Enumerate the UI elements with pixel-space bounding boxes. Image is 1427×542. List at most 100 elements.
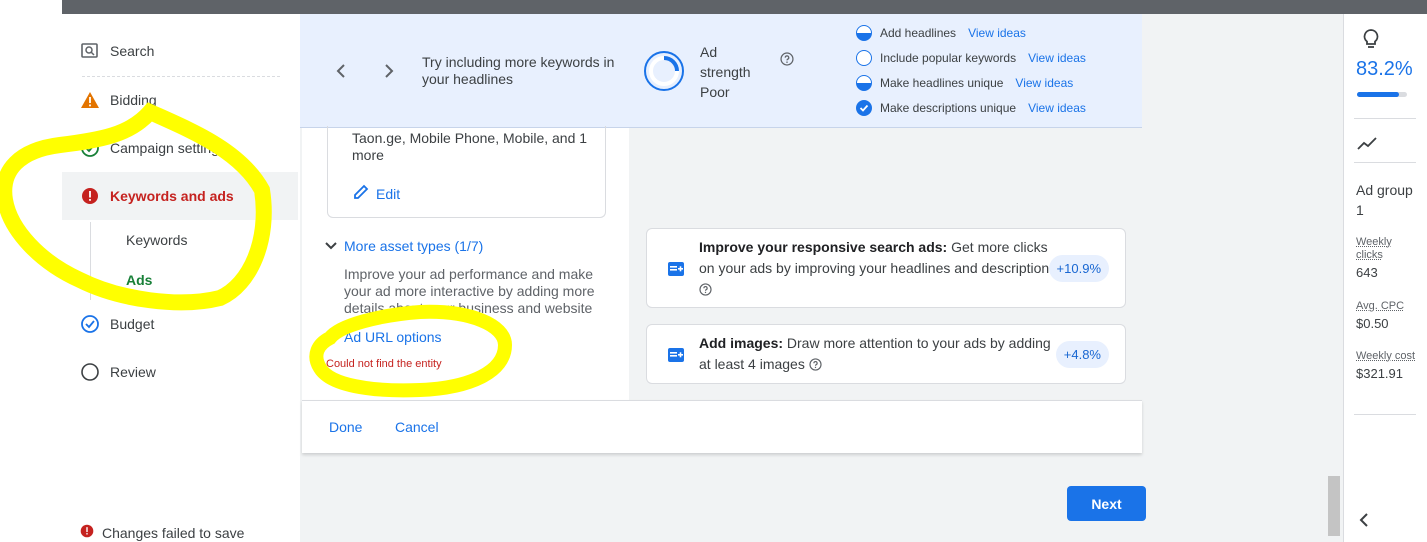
cancel-button[interactable]: Cancel xyxy=(395,419,439,435)
stat-weekly-clicks: Weekly clicks 643 xyxy=(1356,236,1418,280)
ad-editor-panel: Taon.ge, Mobile Phone, Mobile, and 1 mor… xyxy=(302,126,629,400)
ad-strength-gauge xyxy=(642,49,686,93)
lightbulb-icon[interactable] xyxy=(1360,28,1382,55)
recommendation-title: Add images: xyxy=(699,335,784,351)
editor-footer: Done Cancel xyxy=(302,400,1142,453)
ad-tip-text: Try including more keywords in your head… xyxy=(422,54,615,87)
sidebar-item-bidding[interactable]: Bidding xyxy=(62,76,298,124)
stat-value: 643 xyxy=(1356,265,1378,280)
check-circle-icon xyxy=(856,100,872,116)
ad-strength-value: Poor xyxy=(700,84,730,100)
sidebar-item-keywords-and-ads[interactable]: Keywords and ads xyxy=(62,172,298,220)
view-ideas-link[interactable]: View ideas xyxy=(968,26,1026,40)
help-icon[interactable] xyxy=(809,356,822,377)
sidebar-item-review[interactable]: Review xyxy=(62,348,298,396)
chevron-down-icon xyxy=(324,329,338,345)
checklist-label: Make headlines unique xyxy=(880,76,1004,90)
checklist-label: Add headlines xyxy=(880,26,957,40)
scrollbar[interactable] xyxy=(1328,476,1340,536)
save-status-text: Changes failed to save xyxy=(102,524,245,541)
divider xyxy=(1354,162,1416,163)
ad-url-options-label: Ad URL options xyxy=(344,329,442,345)
sidebar-item-label: Campaign settings xyxy=(110,140,226,156)
more-asset-types-label: More asset types (1/7) xyxy=(344,238,484,254)
sidebar-subitem-ads[interactable]: Ads xyxy=(126,272,152,288)
ad-url-options-toggle[interactable]: Ad URL options xyxy=(324,329,442,345)
empty-circle-icon xyxy=(80,362,100,382)
recommendation-card[interactable]: Add images: Draw more attention to your … xyxy=(646,324,1126,384)
error-icon xyxy=(80,524,94,541)
error-message: Could not find the entity xyxy=(326,358,442,370)
ad-strength-label: Ad strength xyxy=(700,44,751,80)
more-asset-types-description: Improve your ad performance and make you… xyxy=(344,266,595,316)
ad-group-title: Ad group 1 xyxy=(1356,182,1413,218)
recommendation-title: Improve your responsive search ads: xyxy=(699,239,948,255)
top-bar xyxy=(62,0,1427,14)
error-icon xyxy=(80,186,100,206)
sub-nav-line xyxy=(90,222,91,300)
sidebar-item-label: Search xyxy=(110,43,155,59)
pencil-icon xyxy=(352,183,370,204)
more-asset-types-toggle[interactable]: More asset types (1/7) xyxy=(324,238,483,254)
stat-avg-cpc: Avg. CPC $0.50 xyxy=(1356,300,1418,331)
stat-weekly-cost: Weekly cost $321.91 xyxy=(1356,350,1418,381)
help-icon[interactable] xyxy=(699,281,712,302)
sidebar-item-label: Budget xyxy=(110,316,155,332)
checklist-item-unique-headlines: Make headlines unique View ideas xyxy=(856,73,1073,93)
half-circle-icon xyxy=(856,25,872,41)
checklist-label: Make descriptions unique xyxy=(880,101,1017,115)
sidebar-item-budget[interactable]: Budget xyxy=(62,300,298,348)
trending-icon[interactable] xyxy=(1356,136,1378,157)
right-panel: 83.2% Ad group 1 Weekly clicks 643 Avg. … xyxy=(1343,14,1427,542)
ad-asset-icon xyxy=(667,260,685,278)
checklist-item-unique-descriptions: Make descriptions unique View ideas xyxy=(856,98,1086,118)
recommendation-text: Improve your responsive search ads: Get … xyxy=(699,237,1059,302)
stat-label: Weekly clicks xyxy=(1356,236,1392,261)
empty-circle-icon xyxy=(856,50,872,66)
chevron-down-icon xyxy=(324,238,338,254)
help-icon[interactable] xyxy=(780,52,794,71)
ad-asset-icon xyxy=(667,346,685,364)
view-ideas-link[interactable]: View ideas xyxy=(1015,76,1073,90)
search-campaign-icon xyxy=(80,41,100,61)
chevron-right-icon[interactable] xyxy=(382,62,396,85)
stat-label: Avg. CPC xyxy=(1356,300,1405,312)
optimization-score: 83.2% xyxy=(1356,58,1413,80)
warning-icon xyxy=(80,90,100,110)
sidebar-subitem-keywords[interactable]: Keywords xyxy=(126,232,187,248)
next-button[interactable]: Next xyxy=(1067,486,1146,521)
checklist-label: Include popular keywords xyxy=(880,51,1017,65)
recommendation-card[interactable]: Improve your responsive search ads: Get … xyxy=(646,228,1126,308)
optimization-score-fill xyxy=(1357,92,1399,97)
sidebar-item-campaign-settings[interactable]: Campaign settings xyxy=(62,124,298,172)
stat-value: $321.91 xyxy=(1356,366,1403,381)
ad-strength: Ad strength Poor xyxy=(700,42,762,102)
save-status: Changes failed to save xyxy=(80,524,244,541)
half-circle-icon xyxy=(856,75,872,91)
divider xyxy=(1354,414,1416,415)
stat-label: Weekly cost xyxy=(1356,350,1416,362)
checklist-item-add-headlines: Add headlines View ideas xyxy=(856,23,1026,43)
sidebar-item-label: Bidding xyxy=(110,92,157,108)
sidebar-item-label: Review xyxy=(110,364,156,380)
check-circle-icon xyxy=(80,314,100,334)
divider xyxy=(1354,118,1416,119)
stat-value: $0.50 xyxy=(1356,316,1389,331)
checklist-item-popular-keywords: Include popular keywords View ideas xyxy=(856,48,1086,68)
view-ideas-link[interactable]: View ideas xyxy=(1028,51,1086,65)
recommendation-text: Add images: Draw more attention to your … xyxy=(699,333,1059,377)
ad-strength-banner: Try including more keywords in your head… xyxy=(300,14,1142,128)
uplift-badge: +10.9% xyxy=(1048,255,1109,282)
done-button[interactable]: Done xyxy=(329,419,362,435)
chevron-left-icon[interactable] xyxy=(1358,512,1370,533)
edit-button[interactable]: Edit xyxy=(352,183,400,204)
check-circle-icon xyxy=(80,138,100,158)
sidebar-item-search[interactable]: Search xyxy=(62,27,298,75)
keywords-summary: Taon.ge, Mobile Phone, Mobile, and 1 mor… xyxy=(352,130,588,163)
optimization-score-bar xyxy=(1357,92,1407,97)
chevron-left-icon[interactable] xyxy=(334,62,348,85)
sidebar: Search Bidding Campaign settings Keyword… xyxy=(62,14,300,542)
view-ideas-link[interactable]: View ideas xyxy=(1028,101,1086,115)
edit-label: Edit xyxy=(376,185,401,202)
keywords-card: Taon.ge, Mobile Phone, Mobile, and 1 mor… xyxy=(327,126,606,218)
